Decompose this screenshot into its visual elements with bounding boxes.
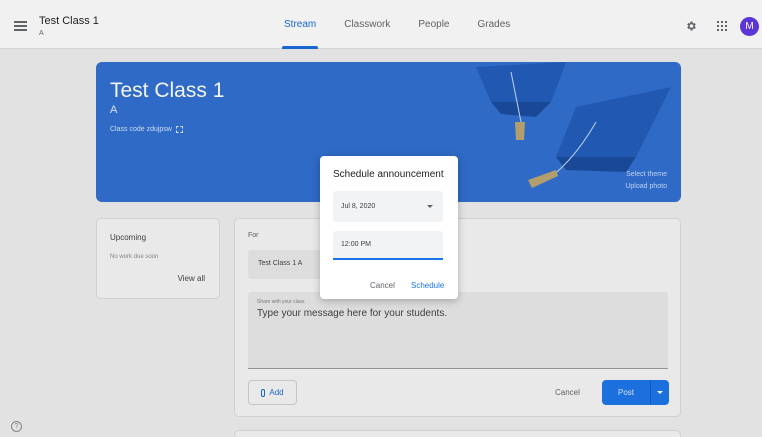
post-options-dropdown[interactable] (650, 380, 669, 405)
post-button[interactable]: Post (602, 380, 669, 405)
composer-cancel-button[interactable]: Cancel (555, 388, 580, 397)
time-input[interactable] (333, 231, 443, 260)
upcoming-empty-text: No work due soon (110, 254, 159, 260)
schedule-button[interactable]: Schedule (411, 281, 444, 290)
select-theme-link[interactable]: Select theme (626, 171, 667, 178)
avatar[interactable]: M (740, 17, 759, 36)
dropdown-caret-icon (427, 205, 433, 208)
tab-bar: Stream Classwork People Grades (270, 0, 524, 49)
upload-photo-link[interactable]: Upload photo (625, 183, 667, 190)
message-label: Share with your class (257, 299, 305, 305)
banner-class-title: Test Class 1 (110, 79, 225, 102)
post-button-label[interactable]: Post (602, 380, 650, 405)
tab-classwork[interactable]: Classwork (330, 0, 404, 49)
stream-post-card (234, 430, 681, 437)
tab-people[interactable]: People (404, 0, 463, 49)
help-icon[interactable]: ? (11, 421, 22, 432)
tab-grades[interactable]: Grades (464, 0, 525, 49)
view-all-link[interactable]: View all (178, 274, 205, 283)
class-section: A (39, 30, 44, 37)
message-textarea[interactable]: Share with your class Type your message … (248, 292, 668, 369)
gear-icon[interactable] (685, 20, 697, 32)
banner-class-section: A (110, 104, 118, 116)
class-code: Class code zdujpsw (110, 126, 183, 133)
class-code-text: Class code zdujpsw (110, 126, 172, 133)
upcoming-title: Upcoming (110, 233, 147, 242)
message-text: Type your message here for your students… (257, 308, 448, 319)
menu-icon[interactable] (14, 21, 27, 31)
dropdown-caret-icon (657, 391, 663, 394)
for-label: For (248, 232, 259, 239)
schedule-announcement-dialog: Schedule announcement Jul 8, 2020 Cancel… (320, 156, 458, 299)
dialog-title: Schedule announcement (333, 169, 444, 180)
dialog-cancel-button[interactable]: Cancel (370, 281, 395, 290)
top-app-bar: Test Class 1 A Stream Classwork People G… (0, 0, 762, 49)
class-title[interactable]: Test Class 1 (39, 15, 99, 27)
date-picker[interactable]: Jul 8, 2020 (333, 191, 443, 222)
add-button-label: Add (269, 388, 284, 397)
tab-stream[interactable]: Stream (270, 0, 330, 49)
apps-icon[interactable] (717, 21, 727, 31)
upcoming-card: Upcoming No work due soon View all (96, 218, 220, 299)
date-value: Jul 8, 2020 (341, 203, 376, 210)
add-attachment-button[interactable]: Add (248, 380, 297, 405)
paperclip-icon (261, 388, 266, 397)
expand-icon[interactable] (175, 126, 183, 133)
